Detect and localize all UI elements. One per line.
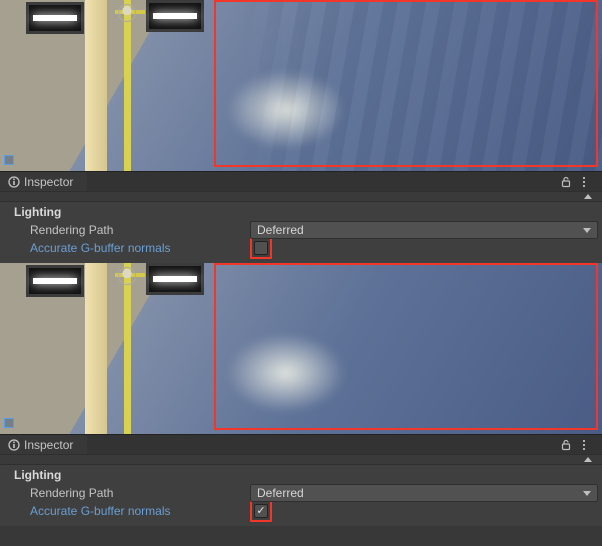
rendering-path-dropdown[interactable]: Deferred (250, 484, 598, 502)
info-icon (8, 439, 20, 451)
collapse-icon[interactable] (584, 457, 592, 462)
row-rendering-path: Rendering Path Deferred (0, 484, 602, 502)
inspector-tabstrip: Inspector (0, 171, 602, 191)
rendering-path-value: Deferred (257, 486, 304, 500)
more-icon[interactable] (582, 439, 592, 451)
section-lighting-header[interactable]: Lighting (0, 202, 602, 221)
tab-inspector-label: Inspector (24, 175, 73, 189)
difference-highlight (214, 263, 598, 430)
accurate-normals-label[interactable]: Accurate G-buffer normals (30, 241, 250, 255)
difference-highlight (214, 0, 598, 167)
row-accurate-normals: Accurate G-buffer normals (0, 239, 602, 257)
accurate-normals-label[interactable]: Accurate G-buffer normals (30, 504, 250, 518)
chevron-down-icon (583, 228, 591, 233)
rendering-path-label: Rendering Path (30, 486, 250, 500)
collapse-icon[interactable] (584, 194, 592, 199)
inspector-tabstrip: Inspector (0, 434, 602, 454)
tab-inspector[interactable]: Inspector (0, 172, 87, 191)
inspector-panel: Lighting Rendering Path Deferred Accurat… (0, 454, 602, 526)
lock-icon[interactable] (560, 439, 572, 451)
chevron-down-icon (583, 491, 591, 496)
inspector-panel: Lighting Rendering Path Deferred Accurat… (0, 191, 602, 263)
checkbox-highlight (250, 500, 272, 522)
tab-inspector[interactable]: Inspector (0, 435, 87, 454)
rendering-path-label: Rendering Path (30, 223, 250, 237)
accurate-normals-checkbox[interactable] (254, 504, 268, 518)
more-icon[interactable] (582, 176, 592, 188)
checkbox-highlight (250, 237, 272, 259)
lock-icon[interactable] (560, 176, 572, 188)
section-lighting-header[interactable]: Lighting (0, 465, 602, 484)
row-rendering-path: Rendering Path Deferred (0, 221, 602, 239)
rendering-path-dropdown[interactable]: Deferred (250, 221, 598, 239)
info-icon (8, 176, 20, 188)
rendering-path-value: Deferred (257, 223, 304, 237)
tab-inspector-label: Inspector (24, 438, 73, 452)
accurate-normals-checkbox[interactable] (254, 241, 268, 255)
scene-preview (0, 263, 602, 434)
row-accurate-normals: Accurate G-buffer normals (0, 502, 602, 520)
scene-preview (0, 0, 602, 171)
